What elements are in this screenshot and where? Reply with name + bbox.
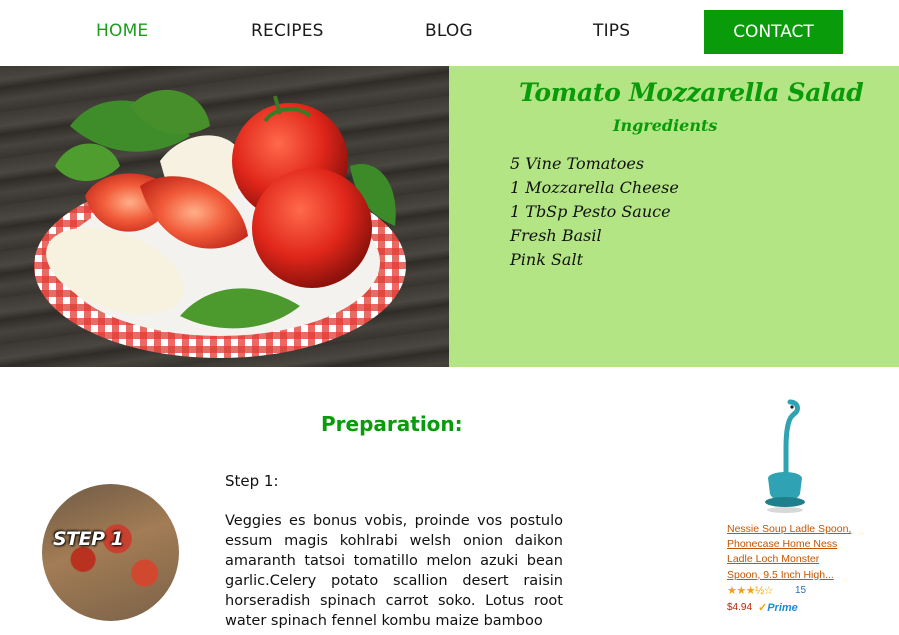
nav-blog[interactable]: BLOG bbox=[425, 21, 473, 41]
step-1-image bbox=[42, 484, 179, 621]
ingredient-item: Pink Salt bbox=[510, 250, 584, 269]
product-title-link[interactable]: Nessie Soup Ladle Spoon, Phonecase Home … bbox=[727, 522, 852, 583]
prime-label: Prime bbox=[767, 602, 798, 614]
ingredients-heading: Ingredients bbox=[613, 116, 718, 135]
star-rating-icon: ★★★½☆ bbox=[727, 585, 774, 597]
hero-salad-image bbox=[0, 66, 449, 367]
ladle-icon bbox=[765, 399, 805, 513]
preparation-heading: Preparation: bbox=[321, 412, 463, 436]
rating-count[interactable]: 15 bbox=[795, 585, 806, 596]
prime-check-icon: ✓ bbox=[758, 602, 768, 614]
nav-tips[interactable]: TIPS bbox=[593, 21, 630, 41]
ingredient-item: Fresh Basil bbox=[510, 226, 602, 245]
product-price: $4.94 bbox=[727, 602, 753, 613]
ingredient-item: 1 Mozzarella Cheese bbox=[510, 178, 679, 197]
product-image[interactable] bbox=[752, 398, 812, 516]
step-text: Veggies es bonus vobis, proinde vos post… bbox=[225, 513, 563, 629]
top-nav: HOME RECIPES BLOG TIPS CONTACT bbox=[0, 0, 899, 66]
ingredient-item: 5 Vine Tomatoes bbox=[510, 154, 645, 173]
recipe-title: Tomato Mozzarella Salad bbox=[519, 78, 864, 107]
nav-recipes[interactable]: RECIPES bbox=[251, 21, 324, 41]
ingredient-item: 1 TbSp Pesto Sauce bbox=[510, 202, 671, 221]
step-badge: STEP 1 bbox=[53, 528, 124, 550]
recipe-panel: Tomato Mozzarella Salad Ingredients 5 Vi… bbox=[449, 66, 899, 367]
ingredients-list: 5 Vine Tomatoes 1 Mozzarella Cheese 1 Tb… bbox=[510, 152, 679, 272]
salad-plate-illustration bbox=[34, 89, 406, 358]
contact-button[interactable]: CONTACT bbox=[704, 10, 843, 54]
nav-home[interactable]: HOME bbox=[96, 21, 148, 41]
prime-badge: ✓Prime bbox=[758, 601, 798, 614]
step-title: Step 1: bbox=[225, 472, 279, 490]
